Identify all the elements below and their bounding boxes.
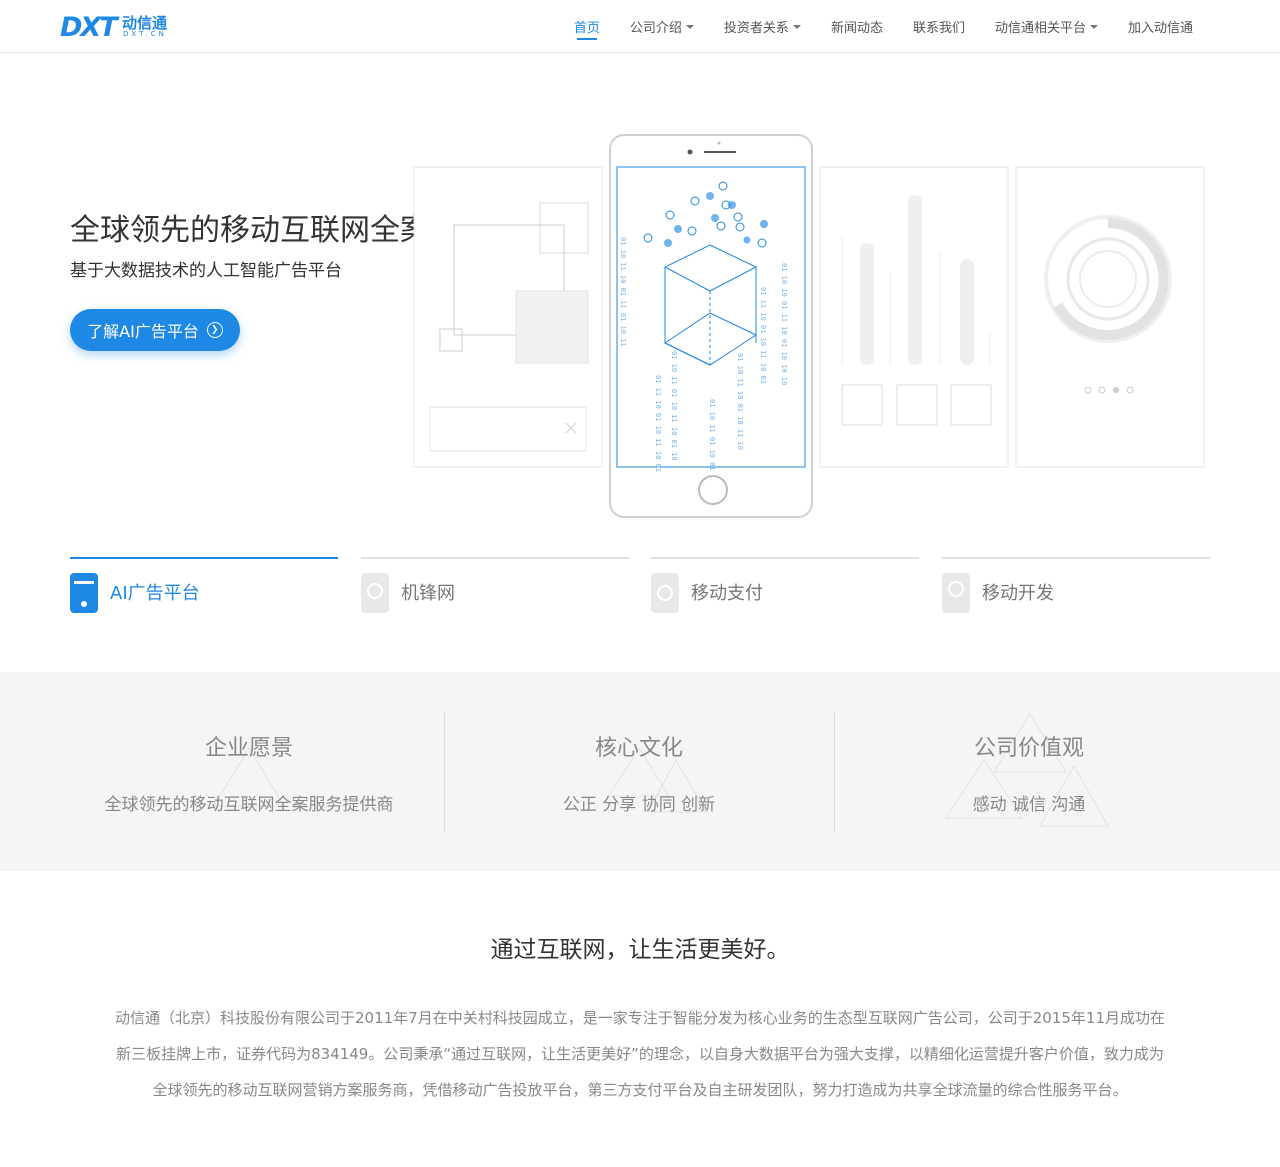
logo-domain: DXT.CN — [123, 30, 167, 38]
arrow-right-icon: ❯ — [206, 322, 223, 338]
nav-join[interactable]: 加入动信通 — [1113, 0, 1208, 53]
phone-illustration: 01 10 11 10 01 11 01 10 11 01 10 10 01 1… — [413, 134, 1205, 518]
learn-ai-platform-button[interactable]: 了解AI广告平台 ❯ — [70, 309, 240, 351]
nav-news[interactable]: 新闻动态 — [816, 0, 898, 53]
about-title: 通过互联网，让生活更美好。 — [490, 937, 790, 963]
about-text: 动信通（北京）科技股份有限公司于2011年7月在中关村科技园成立，是一家专注于智… — [115, 1009, 1165, 1099]
values-section: 企业愿景 全球领先的移动互联网全案服务提供商 核心文化 公正 分享 协同 创新 … — [0, 672, 1280, 871]
site-header: DXT 动信通 DXT.CN 首页 公司介绍 投资者关系 新闻动态 联系我们 动… — [0, 0, 1280, 53]
value-vision: 企业愿景 全球领先的移动互联网全案服务提供商 — [54, 712, 444, 832]
nav-platforms[interactable]: 动信通相关平台 — [980, 0, 1113, 53]
tab-jifeng[interactable]: 机锋网 — [361, 557, 629, 617]
payment-icon — [651, 573, 679, 613]
logo-mark: DXT — [60, 12, 118, 43]
ad-platform-icon — [70, 573, 98, 613]
value-values: 公司价值观 感动 诚信 沟通 — [834, 712, 1224, 832]
svg-text:01 10 11 01 10 01: 01 10 11 01 10 01 — [708, 399, 716, 471]
main-nav: 首页 公司介绍 投资者关系 新闻动态 联系我们 动信通相关平台 加入动信通 — [559, 0, 1208, 53]
chevron-down-icon — [685, 24, 694, 29]
svg-text:01 11 10 01 10 11 10 01: 01 11 10 01 10 11 10 01 — [654, 375, 662, 472]
chevron-down-icon — [792, 24, 801, 29]
nav-contact[interactable]: 联系我们 — [898, 0, 980, 53]
svg-text:01 10 11 10 01 10 11 10: 01 10 11 10 01 10 11 10 — [736, 353, 744, 450]
svg-text:01 10 11 01 10 11 10 01 10: 01 10 11 01 10 11 10 01 10 — [670, 351, 678, 461]
jifeng-icon — [361, 573, 389, 613]
svg-text:01 11 10 01 10 11 10 01: 01 11 10 01 10 11 10 01 — [759, 287, 767, 384]
value-culture: 核心文化 公正 分享 协同 创新 — [444, 712, 834, 832]
tab-mobile-dev[interactable]: 移动开发 — [942, 557, 1210, 617]
hero-subtitle: 基于大数据技术的人工智能广告平台 — [70, 261, 342, 281]
tab-mobile-payment[interactable]: 移动支付 — [651, 557, 919, 617]
nav-home[interactable]: 首页 — [559, 0, 615, 53]
nav-company[interactable]: 公司介绍 — [615, 0, 709, 53]
nav-investors[interactable]: 投资者关系 — [709, 0, 816, 53]
dev-icon — [942, 573, 970, 613]
chevron-down-icon — [1089, 24, 1098, 29]
dxt-logo[interactable]: DXT 动信通 DXT.CN — [60, 10, 172, 43]
tab-ai-ad-platform[interactable]: AI广告平台 — [70, 557, 338, 617]
svg-text:01 10 11 10 01 11 01 10 11: 01 10 11 10 01 11 01 10 11 — [619, 237, 627, 347]
svg-text:01 10 10 01 11 10 01 10 10 10: 01 10 10 01 11 10 01 10 10 10 — [780, 263, 788, 385]
product-tabs: AI广告平台 机锋网 移动支付 移动开发 — [70, 557, 1210, 617]
